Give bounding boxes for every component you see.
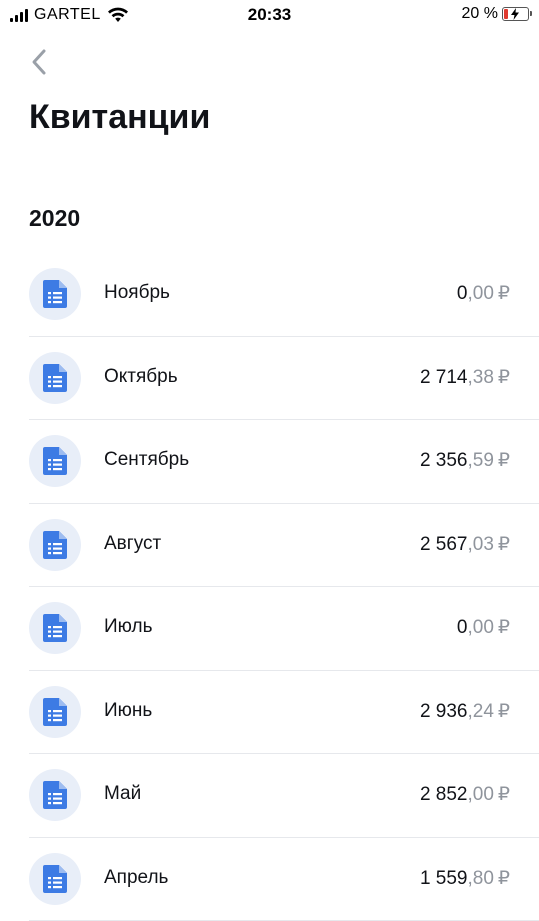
receipt-row-may[interactable]: Май 2 852,00₽ bbox=[29, 754, 539, 838]
receipt-row-september[interactable]: Сентябрь 2 356,59₽ bbox=[29, 420, 539, 504]
amount-decimal: 80 bbox=[473, 868, 494, 889]
document-icon bbox=[29, 352, 81, 404]
receipt-list: Ноябрь 0,00₽ Октябрь 2 714,38₽ Сентябрь … bbox=[29, 253, 539, 921]
battery-percent: 20 % bbox=[462, 5, 498, 23]
month-label: Июль bbox=[104, 616, 152, 638]
amount-decimal: 24 bbox=[473, 701, 494, 722]
amount: 2 714,38₽ bbox=[420, 366, 510, 389]
currency-symbol: ₽ bbox=[498, 367, 510, 388]
year-heading: 2020 bbox=[29, 205, 80, 232]
amount-decimal: 00 bbox=[473, 784, 494, 805]
amount-integer: 2 356 bbox=[420, 450, 468, 471]
month-label: Апрель bbox=[104, 867, 168, 889]
month-label: Сентябрь bbox=[104, 449, 189, 471]
receipt-row-july[interactable]: Июль 0,00₽ bbox=[29, 587, 539, 671]
document-icon bbox=[29, 519, 81, 571]
document-icon bbox=[29, 268, 81, 320]
month-label: Июнь bbox=[104, 700, 152, 722]
month-label: Май bbox=[104, 783, 141, 805]
currency-symbol: ₽ bbox=[498, 784, 510, 805]
month-label: Август bbox=[104, 533, 161, 555]
amount: 2 356,59₽ bbox=[420, 449, 510, 472]
amount-decimal: 59 bbox=[473, 450, 494, 471]
amount-decimal: 38 bbox=[473, 367, 494, 388]
amount: 0,00₽ bbox=[457, 616, 510, 639]
amount-integer: 0 bbox=[457, 283, 468, 304]
amount-integer: 2 567 bbox=[420, 534, 468, 555]
currency-symbol: ₽ bbox=[498, 701, 510, 722]
receipt-row-october[interactable]: Октябрь 2 714,38₽ bbox=[29, 337, 539, 421]
chevron-left-icon bbox=[30, 47, 48, 77]
document-icon bbox=[29, 602, 81, 654]
receipt-row-june[interactable]: Июнь 2 936,24₽ bbox=[29, 671, 539, 755]
amount-integer: 2 936 bbox=[420, 701, 468, 722]
back-button[interactable] bbox=[24, 44, 54, 80]
amount-integer: 2 714 bbox=[420, 367, 468, 388]
page-title: Квитанции bbox=[29, 98, 210, 137]
amount-integer: 0 bbox=[457, 617, 468, 638]
currency-symbol: ₽ bbox=[498, 450, 510, 471]
amount: 0,00₽ bbox=[457, 282, 510, 305]
amount: 2 852,00₽ bbox=[420, 783, 510, 806]
currency-symbol: ₽ bbox=[498, 617, 510, 638]
amount: 1 559,80₽ bbox=[420, 867, 510, 890]
document-icon bbox=[29, 435, 81, 487]
currency-symbol: ₽ bbox=[498, 534, 510, 555]
status-time: 20:33 bbox=[0, 5, 539, 25]
charging-bolt-icon bbox=[509, 8, 521, 20]
status-bar: GARTEL 20:33 20 % bbox=[0, 0, 539, 30]
battery-charging-icon bbox=[502, 7, 529, 21]
amount-decimal: 00 bbox=[473, 283, 494, 304]
month-label: Октябрь bbox=[104, 366, 178, 388]
amount-decimal: 00 bbox=[473, 617, 494, 638]
document-icon bbox=[29, 769, 81, 821]
receipt-row-november[interactable]: Ноябрь 0,00₽ bbox=[29, 253, 539, 337]
amount-integer: 1 559 bbox=[420, 868, 468, 889]
battery-level-fill bbox=[504, 9, 508, 19]
amount-decimal: 03 bbox=[473, 534, 494, 555]
currency-symbol: ₽ bbox=[498, 868, 510, 889]
receipt-row-april[interactable]: Апрель 1 559,80₽ bbox=[29, 838, 539, 921]
amount: 2 936,24₽ bbox=[420, 700, 510, 723]
document-icon bbox=[29, 853, 81, 905]
amount-integer: 2 852 bbox=[420, 784, 468, 805]
month-label: Ноябрь bbox=[104, 282, 170, 304]
receipt-row-august[interactable]: Август 2 567,03₽ bbox=[29, 504, 539, 588]
document-icon bbox=[29, 686, 81, 738]
amount: 2 567,03₽ bbox=[420, 533, 510, 556]
currency-symbol: ₽ bbox=[498, 283, 510, 304]
status-right: 20 % bbox=[462, 5, 529, 23]
